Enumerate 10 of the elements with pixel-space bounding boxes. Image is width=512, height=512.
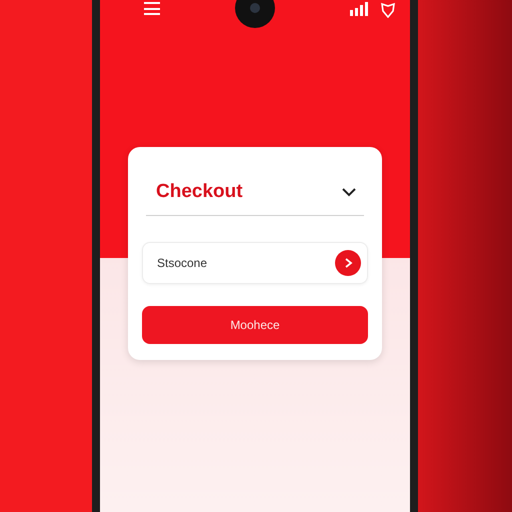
signal-icon (350, 2, 370, 16)
chevron-down-icon[interactable] (342, 188, 356, 196)
menu-icon[interactable] (144, 2, 160, 16)
submit-button[interactable]: Moohece (142, 306, 368, 344)
card-title: Checkout (156, 181, 243, 203)
input-field[interactable]: Stsocone (142, 242, 368, 284)
camera-icon (235, 0, 275, 28)
field-value: Stsocone (157, 256, 208, 270)
shield-icon (380, 2, 396, 18)
arrow-button[interactable] (335, 250, 361, 276)
